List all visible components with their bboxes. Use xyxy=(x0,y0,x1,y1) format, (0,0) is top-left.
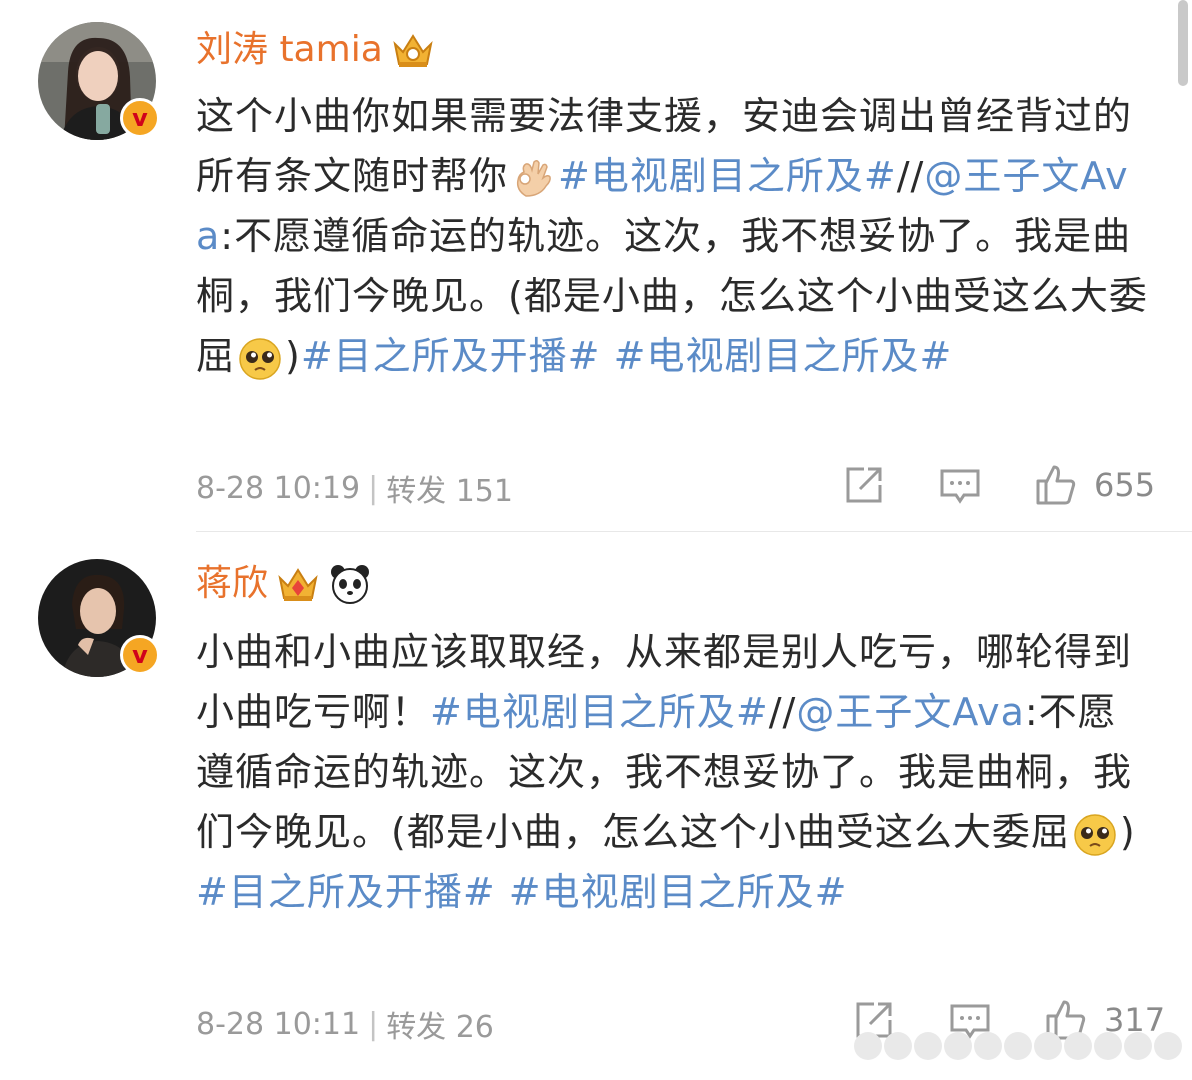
pleading-face-emoji xyxy=(1074,813,1116,856)
meta-divider: | xyxy=(368,1006,379,1042)
weibo-post: v 蒋欣 小曲和小曲应该取取经，从来都是别人吃亏，哪轮得到小曲吃亏啊！#电视剧目… xyxy=(0,0,1192,1080)
hashtag-link[interactable]: #电视剧目之所及# xyxy=(509,870,848,914)
post-text: ) xyxy=(1119,810,1136,854)
hashtag-link[interactable]: #电视剧目之所及# xyxy=(430,690,769,734)
spacer-text xyxy=(496,870,509,914)
avatar[interactable]: v xyxy=(38,559,160,677)
repost-separator: // xyxy=(768,690,797,734)
hashtag-link[interactable]: #目之所及开播# xyxy=(196,870,496,914)
post-time: 8-28 10:11 xyxy=(196,1006,361,1042)
repost-count[interactable]: 转发 26 xyxy=(386,1002,494,1046)
watermark-dots xyxy=(854,1032,1182,1060)
crown-badge-icon xyxy=(278,568,318,601)
post-meta: 8-28 10:11 | 转发 26 xyxy=(196,1002,494,1046)
post-content: 小曲和小曲应该取取经，从来都是别人吃亏，哪轮得到小曲吃亏啊！#电视剧目之所及#/… xyxy=(196,622,1151,922)
username[interactable]: 蒋欣 xyxy=(196,558,268,610)
verified-badge-icon: v xyxy=(120,635,160,675)
mention-link[interactable]: @王子文Ava xyxy=(796,690,1025,734)
panda-icon xyxy=(331,565,370,604)
